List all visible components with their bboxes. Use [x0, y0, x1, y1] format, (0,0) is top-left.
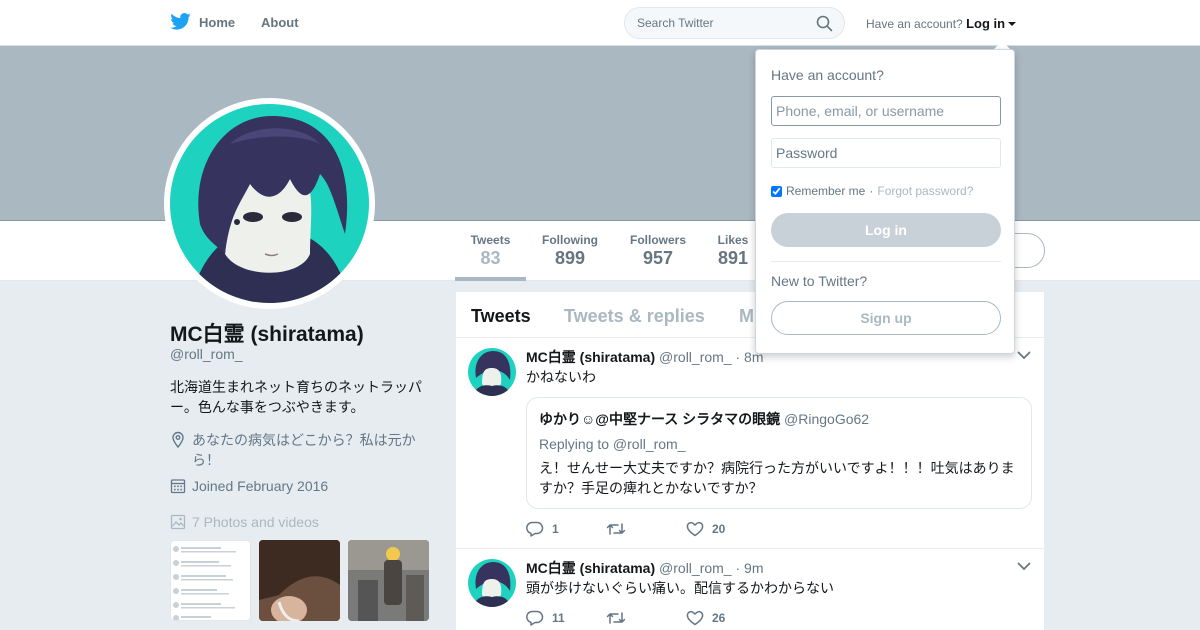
tweet[interactable]: MC白霊 (shiratama) @roll_rom_ · 8m かねないわ ゆ…: [456, 338, 1044, 549]
stat-label: Following: [542, 233, 598, 247]
quote-header: ゆかり☺@中堅ナース シラタマの眼鏡 @RingoGo62: [539, 409, 1019, 429]
tweet-author-name[interactable]: MC白霊 (shiratama): [526, 349, 655, 365]
profile-location: あなたの病気はどこから？私は元から！: [170, 430, 430, 470]
tweet-timestamp[interactable]: · 9m: [736, 560, 764, 576]
quote-replying-to: Replying to @roll_rom_: [539, 436, 686, 452]
nav-about-link[interactable]: About: [261, 15, 299, 30]
tweet-header: MC白霊 (shiratama) @roll_rom_ · 9m: [526, 558, 764, 578]
photo-thumbnail[interactable]: [170, 540, 251, 621]
profile-joined: Joined February 2016: [170, 478, 328, 494]
quote-author-handle: @RingoGo62: [784, 411, 870, 427]
stat-following[interactable]: Following 899: [538, 233, 602, 269]
search-input[interactable]: [625, 8, 805, 38]
tweet-actions: 1 20: [526, 521, 725, 537]
login-dropdown: Have an account? Remember me · Forgot pa…: [755, 49, 1015, 354]
remember-me-checkbox[interactable]: [771, 185, 782, 197]
stat-value: 899: [554, 248, 586, 268]
tweet-actions: 11 26: [526, 610, 725, 626]
reply-count: 1: [552, 522, 559, 536]
photos-label: 7 Photos and videos: [192, 514, 319, 530]
tab-tweets[interactable]: Tweets: [471, 306, 531, 327]
tweet-avatar[interactable]: [468, 348, 516, 396]
profile-handle[interactable]: @roll_rom_: [170, 346, 243, 362]
stat-value: 891: [717, 248, 749, 268]
reply-icon: [526, 521, 544, 537]
reply-count: 11: [552, 611, 565, 625]
divider: [771, 261, 1001, 262]
like-icon: [686, 521, 704, 537]
stat-likes[interactable]: Likes 891: [712, 233, 754, 269]
login-button[interactable]: Log in: [771, 213, 1001, 247]
joined-text: Joined February 2016: [192, 478, 329, 494]
forgot-password-link[interactable]: Forgot password?: [877, 184, 973, 198]
quoted-tweet[interactable]: ゆかり☺@中堅ナース シラタマの眼鏡 @RingoGo62 Replying t…: [526, 397, 1032, 509]
reply-icon: [526, 610, 544, 626]
photos-videos-link[interactable]: 7 Photos and videos: [170, 514, 319, 530]
like-count: 26: [712, 611, 726, 625]
twitter-bird-icon: [170, 13, 191, 30]
separator-dot: ·: [869, 184, 874, 198]
tweet[interactable]: MC白霊 (shiratama) @roll_rom_ · 9m 頭が歩けないぐ…: [456, 549, 1044, 630]
like-icon: [686, 610, 704, 626]
have-account-text: Have an account?: [866, 17, 963, 31]
quote-text: え！せんせー大丈夫ですか？病院行った方がいいですよ！！！吐気はありますか？手足の…: [539, 460, 1015, 496]
tweet-author-handle[interactable]: @roll_rom_: [659, 349, 732, 365]
stat-label: Tweets: [470, 233, 511, 247]
profile-name[interactable]: MC白霊 (shiratama): [170, 318, 364, 348]
login-toggle-label: Log in: [966, 16, 1006, 31]
retweet-button[interactable]: [606, 522, 686, 536]
stat-followers[interactable]: Followers 957: [626, 233, 690, 269]
login-prompt: Have an account? Log in: [866, 16, 1017, 31]
tweet-author-handle[interactable]: @roll_rom_: [659, 560, 732, 576]
reply-button[interactable]: 11: [526, 610, 606, 626]
search-icon[interactable]: [816, 15, 833, 32]
stat-value: 83: [480, 248, 501, 268]
remember-me-label[interactable]: Remember me: [786, 184, 865, 198]
profile-avatar[interactable]: [164, 98, 375, 309]
search-box[interactable]: [624, 7, 845, 39]
retweet-button[interactable]: [606, 611, 686, 625]
login-dropdown-heading: Have an account?: [771, 67, 884, 83]
top-navigation: Home About Have an account? Log in: [0, 0, 1200, 46]
stat-label: Likes: [717, 233, 749, 247]
retweet-icon: [606, 612, 626, 624]
stat-value: 957: [642, 248, 674, 268]
avatar-image: [170, 104, 369, 303]
tweet-author-name[interactable]: MC白霊 (shiratama): [526, 560, 655, 576]
retweet-icon: [606, 523, 626, 535]
stat-label: Followers: [629, 233, 686, 247]
new-to-twitter-text: New to Twitter?: [771, 273, 868, 289]
password-input[interactable]: [771, 138, 1001, 168]
stat-tweets[interactable]: Tweets 83: [455, 233, 526, 281]
tweet-text: かねないわ: [526, 369, 596, 385]
reply-button[interactable]: 1: [526, 521, 606, 537]
calendar-icon: [170, 479, 186, 494]
remember-me-row: Remember me · Forgot password?: [771, 184, 973, 198]
username-input[interactable]: [771, 96, 1001, 126]
tweet-avatar[interactable]: [468, 559, 516, 607]
signup-button[interactable]: Sign up: [771, 301, 1001, 335]
chevron-down-icon[interactable]: [1017, 562, 1031, 571]
like-count: 20: [712, 522, 726, 536]
tweet-text: 頭が歩けないぐらい痛い。配信するかわからない: [526, 580, 834, 596]
photo-icon: [170, 514, 186, 530]
location-icon: [172, 431, 184, 449]
tweet-header: MC白霊 (shiratama) @roll_rom_ · 8m: [526, 347, 764, 367]
like-button[interactable]: 26: [686, 610, 725, 626]
photo-thumbnail[interactable]: [348, 540, 429, 621]
nav-home-label: Home: [199, 15, 236, 30]
location-text: あなたの病気はどこから？私は元から！: [192, 432, 416, 468]
like-button[interactable]: 20: [686, 521, 725, 537]
photo-thumbnail[interactable]: [259, 540, 340, 621]
nav-home-link[interactable]: Home: [170, 13, 236, 30]
tab-tweets-replies[interactable]: Tweets & replies: [564, 306, 705, 327]
login-dropdown-toggle[interactable]: Log in: [966, 16, 1017, 31]
chevron-down-icon[interactable]: [1017, 351, 1031, 360]
profile-bio: 北海道生まれネット育ちのネットラッパー。色んな事をつぶやきます。: [170, 379, 422, 415]
tab-media[interactable]: M: [739, 306, 754, 327]
quote-author-name: ゆかり☺@中堅ナース シラタマの眼鏡: [539, 411, 781, 427]
caret-down-icon: [1008, 22, 1017, 26]
